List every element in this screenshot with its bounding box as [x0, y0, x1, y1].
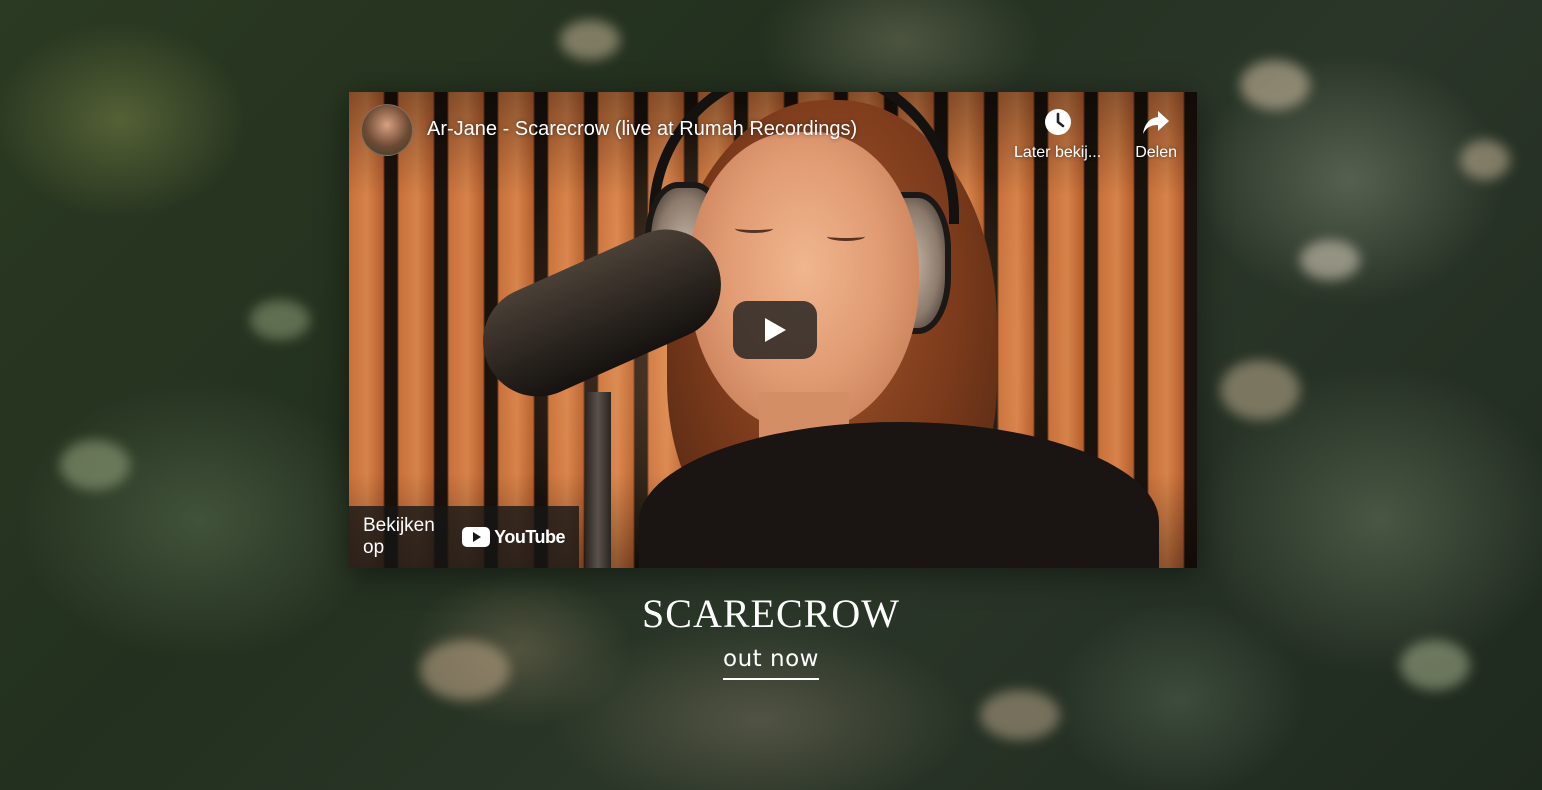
- youtube-wordmark: YouTube: [494, 526, 565, 547]
- share-label: Delen: [1135, 144, 1177, 161]
- play-icon: [765, 318, 786, 342]
- watch-later-button[interactable]: Later bekij...: [1014, 108, 1101, 162]
- channel-avatar[interactable]: [361, 104, 413, 156]
- out-now-link[interactable]: out now: [723, 646, 819, 680]
- video-title[interactable]: Ar-Jane - Scarecrow (live at Rumah Recor…: [427, 118, 857, 141]
- out-now-container: out now: [0, 646, 1542, 680]
- watch-on-youtube-link[interactable]: Bekijken op YouTube: [349, 506, 579, 568]
- video-top-bar: Ar-Jane - Scarecrow (live at Rumah Recor…: [349, 92, 1197, 182]
- youtube-logo-icon: YouTube: [462, 527, 565, 548]
- watch-on-label: Bekijken op: [363, 515, 435, 558]
- share-button[interactable]: Delen: [1135, 108, 1177, 162]
- play-button[interactable]: [733, 301, 817, 359]
- watch-later-label: Later bekij...: [1014, 144, 1102, 161]
- clock-icon: [1044, 109, 1071, 135]
- song-title: SCARECROW: [642, 591, 900, 636]
- share-arrow-icon: [1143, 111, 1170, 134]
- youtube-video-embed[interactable]: Ar-Jane - Scarecrow (live at Rumah Recor…: [349, 92, 1197, 568]
